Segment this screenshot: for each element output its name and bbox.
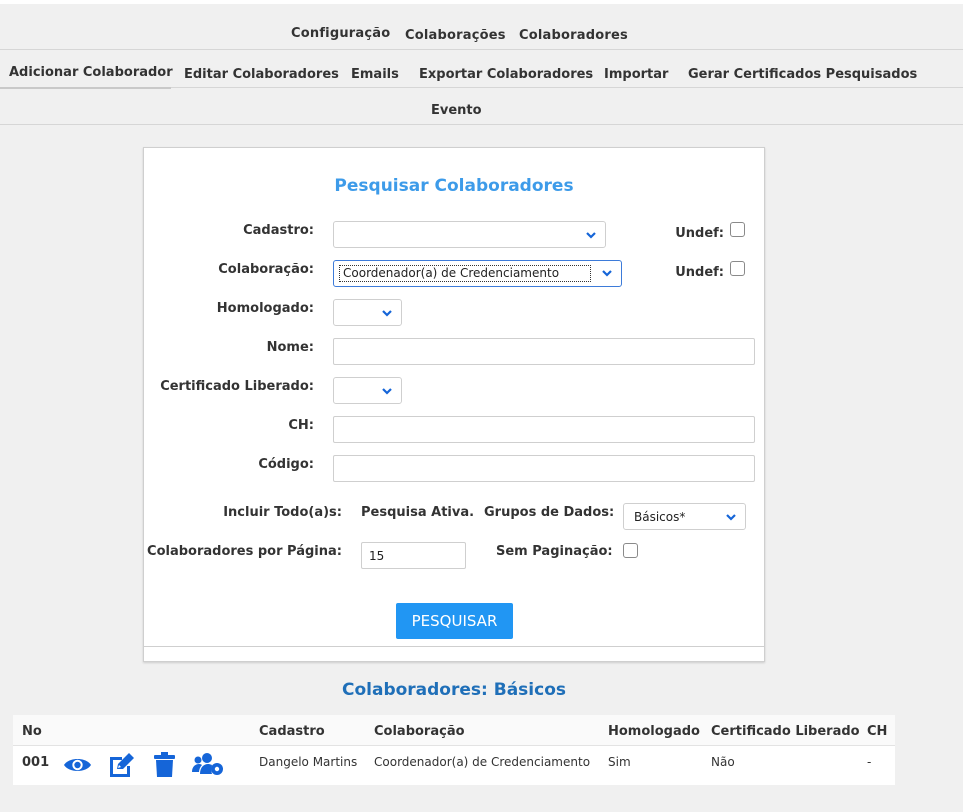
grupos-de-dados-label: Grupos de Dados: [484,505,615,520]
certificado-liberado-label: Certificado Liberado: [160,379,314,394]
codigo-input[interactable] [333,455,755,482]
tab-adicionar-colaborador[interactable]: Adicionar Colaborador [9,65,173,80]
grupos-select-value: Básicos* [634,510,686,524]
row-cadastro: Dangelo Martins [259,755,358,769]
colaboracao-select-value: Coordenador(a) de Credenciamento [343,266,560,280]
por-pagina-value: 15 [369,549,385,563]
undef-label-1: Undef: [675,226,724,241]
search-panel: Pesquisar Colaboradores Cadastro: Undef:… [143,147,765,662]
row-certificado-liberado: Não [711,755,735,769]
incluir-todos-label: Incluir Todo(a)s: [223,505,342,520]
column-header-certificado-liberado[interactable]: Certificado Liberado [711,724,860,739]
sem-paginacao-label: Sem Paginação: [496,544,613,559]
tab-gerar-certificados[interactable]: Gerar Certificados Pesquisados [688,67,917,82]
nome-label: Nome: [266,340,314,355]
homologado-select[interactable] [333,299,402,326]
edit-icon[interactable] [108,752,136,778]
column-header-homologado[interactable]: Homologado [608,724,700,739]
search-panel-title: Pesquisar Colaboradores [334,176,574,196]
ch-label: CH: [288,418,314,433]
chevron-down-icon [726,514,736,521]
results-title: Colaboradores: Básicos [341,680,566,700]
column-header-cadastro[interactable]: Cadastro [259,724,325,739]
trash-icon[interactable] [153,752,176,778]
nome-input[interactable] [333,338,755,365]
column-header-colaboracao[interactable]: Colaboração [374,724,465,739]
top-strip [0,0,963,4]
tab-configuracao[interactable]: Configuração [291,26,390,41]
cadastro-undef-checkbox[interactable] [730,222,745,237]
tab-evento[interactable]: Evento [431,103,482,118]
primary-nav: Configuração Colaborações Colaboradores [0,18,963,50]
por-pagina-label: Colaboradores por Página: [147,544,342,559]
search-button[interactable]: PESQUISAR [396,603,513,639]
cadastro-label: Cadastro: [243,223,314,238]
colaboracao-undef-checkbox[interactable] [730,261,745,276]
tab-editar-colaboradores[interactable]: Editar Colaboradores [184,67,339,82]
tab-importar[interactable]: Importar [604,67,668,82]
ch-input[interactable] [333,416,755,443]
codigo-label: Código: [258,457,314,472]
column-header-no[interactable]: No [22,724,42,739]
homologado-label: Homologado: [216,301,314,316]
cadastro-select[interactable] [333,221,606,248]
tab-colaboradores[interactable]: Colaboradores [519,28,628,43]
grupos-de-dados-select[interactable]: Básicos* [623,503,746,530]
users-cog-icon[interactable] [192,752,224,777]
incluir-todos-value: Pesquisa Ativa. [361,505,475,520]
chevron-down-icon [602,270,612,277]
chevron-down-icon [382,388,392,395]
secondary-nav: Adicionar Colaborador Editar Colaborador… [0,50,963,89]
tertiary-nav: Evento [0,88,963,125]
results-table: No Cadastro Colaboração Homologado Certi… [13,715,895,785]
tab-emails[interactable]: Emails [351,67,399,82]
row-homologado: Sim [608,755,631,769]
por-pagina-input[interactable]: 15 [361,542,466,569]
sem-paginacao-checkbox[interactable] [623,543,638,558]
row-colaboracao: Coordenador(a) de Credenciamento [374,755,591,769]
row-no: 001 [22,755,50,770]
chevron-down-icon [586,232,596,239]
undef-label-2: Undef: [675,265,724,280]
panel-divider [144,646,764,647]
table-header: No Cadastro Colaboração Homologado Certi… [13,715,895,746]
eye-icon[interactable] [63,755,92,775]
chevron-down-icon [382,310,392,317]
colaboracao-label: Colaboração: [218,262,314,277]
column-header-ch[interactable]: CH [867,724,887,739]
certificado-liberado-select[interactable] [333,377,402,404]
row-ch: - [867,755,872,769]
tab-colaboracoes[interactable]: Colaborações [405,28,506,43]
tab-exportar-colaboradores[interactable]: Exportar Colaboradores [419,67,593,82]
colaboracao-select[interactable]: Coordenador(a) de Credenciamento [333,260,622,287]
